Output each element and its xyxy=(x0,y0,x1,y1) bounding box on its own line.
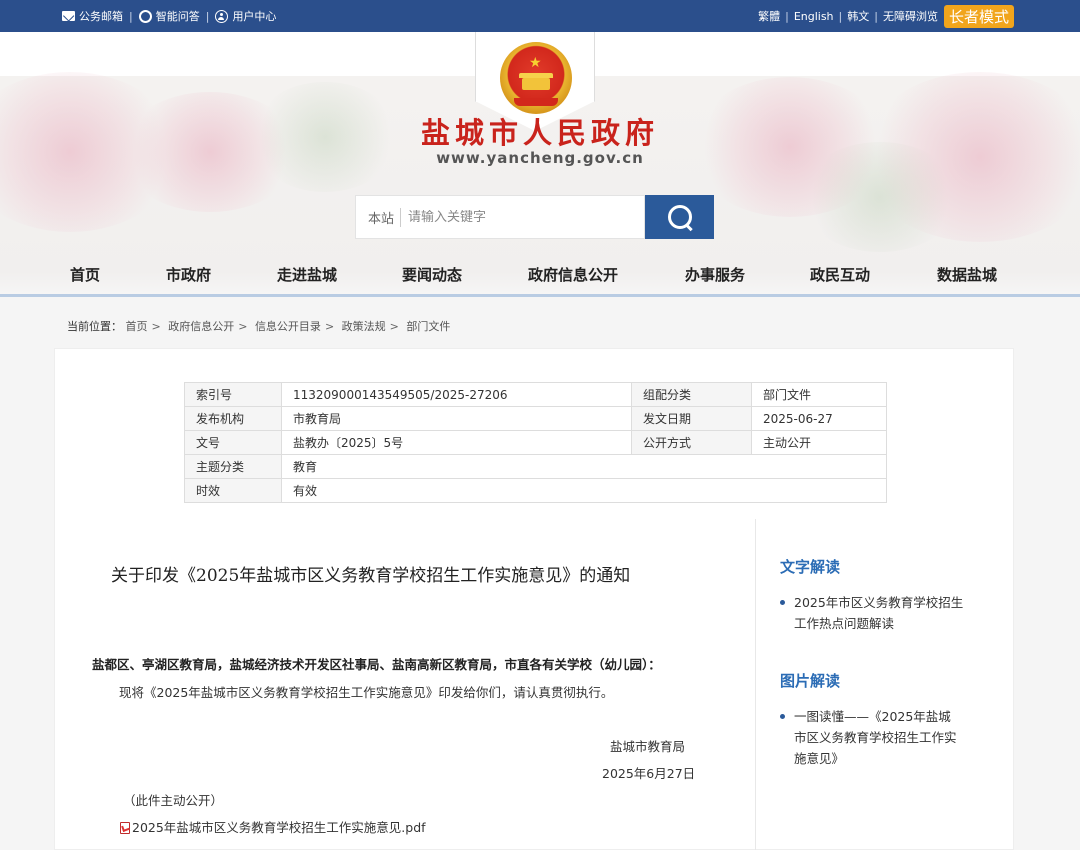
table-row: 文号 盐教办〔2025〕5号 公开方式 主动公开 xyxy=(184,430,887,455)
breadcrumb-separator: > xyxy=(238,320,248,333)
korean-link[interactable]: 韩文 xyxy=(847,8,869,24)
topic-value: 教育 xyxy=(281,454,887,479)
search-field: 本站 xyxy=(355,195,645,239)
top-left-links: 公务邮箱 | 智能问答 | 用户中心 xyxy=(62,0,276,32)
star-icon: ★ xyxy=(529,55,542,71)
breadcrumb-gov-info[interactable]: 政府信息公开 xyxy=(168,320,234,333)
nav-home[interactable]: 首页 xyxy=(70,264,100,285)
validity-value: 有效 xyxy=(281,478,887,503)
site-url: www.yancheng.gov.cn xyxy=(436,149,644,167)
gate-icon xyxy=(519,73,553,90)
attachment-link[interactable]: 2025年盐城市区义务教育学校招生工作实施意见.pdf xyxy=(119,817,426,836)
separator: | xyxy=(874,9,878,23)
issuer-label: 发布机构 xyxy=(184,406,282,431)
pdf-icon xyxy=(119,821,130,834)
main-nav: 首页 市政府 走进盐城 要闻动态 政府信息公开 办事服务 政民互动 数据盐城 xyxy=(0,256,1080,294)
column-divider xyxy=(755,519,756,850)
text-reading-item-label: 2025年市区义务教育学校招生工作热点问题解读 xyxy=(794,595,964,631)
signature-organization: 盐城市教育局 xyxy=(610,739,686,754)
image-reading-item[interactable]: 一图读懂——《2025年盐城市区义务教育学校招生工作实施意见》 xyxy=(780,706,959,769)
search-scope[interactable]: 本站 xyxy=(368,207,402,227)
site-title[interactable]: 盐城市人民政府 xyxy=(0,110,1080,152)
breadcrumb-home[interactable]: 首页 xyxy=(126,320,148,333)
chat-icon xyxy=(138,9,152,23)
document-recipients: 盐都区、亭湖区教育局，盐城经济技术开发区社事局、盐南高新区教育局，市直各有关学校… xyxy=(92,657,661,672)
breadcrumb-policy[interactable]: 政策法规 xyxy=(342,320,386,333)
traditional-chinese-link[interactable]: 繁體 xyxy=(758,8,780,24)
date-value: 2025-06-27 xyxy=(751,406,887,431)
mail-link[interactable]: 公务邮箱 xyxy=(62,8,123,24)
search-button[interactable] xyxy=(645,195,714,239)
separator: | xyxy=(205,9,210,23)
nav-gov-info-disclosure[interactable]: 政府信息公开 xyxy=(528,264,618,285)
document-metadata-table: 索引号 113209000143549505/2025-27206 组配分类 部… xyxy=(184,382,887,503)
document-title: 关于印发《2025年盐城市区义务教育学校招生工作实施意见》的通知 xyxy=(111,566,631,586)
nav-about-yancheng[interactable]: 走进盐城 xyxy=(277,264,337,285)
breadcrumb-separator: > xyxy=(324,320,335,333)
docno-value: 盐教办〔2025〕5号 xyxy=(281,430,632,455)
search-icon xyxy=(666,203,694,231)
separator: | xyxy=(838,9,843,23)
qa-link[interactable]: 智能问答 xyxy=(138,8,200,24)
top-right-links: 繁體 | English | 韩文 | 无障碍浏览 长者模式 xyxy=(758,0,1014,32)
attachment-name: 2025年盐城市区义务教育学校招生工作实施意见.pdf xyxy=(132,820,426,835)
mail-link-label: 公务邮箱 xyxy=(79,10,123,23)
image-reading-heading: 图片解读 xyxy=(780,672,841,690)
nav-services[interactable]: 办事服务 xyxy=(685,264,745,285)
image-reading-item-label: 一图读懂——《2025年盐城市区义务教育学校招生工作实施意见》 xyxy=(794,709,957,766)
document-body: 现将《2025年盐城市区义务教育学校招生工作实施意见》印发给你们，请认真贯彻执行… xyxy=(119,685,614,700)
search-input[interactable] xyxy=(408,209,609,225)
nav-news[interactable]: 要闻动态 xyxy=(402,264,462,285)
qa-link-label: 智能问答 xyxy=(155,10,200,23)
breadcrumb: 当前位置： 首页 > 政府信息公开 > 信息公开目录 > 政策法规 > 部门文件 xyxy=(67,318,450,334)
public-note: （此件主动公开） xyxy=(123,793,224,808)
table-row: 索引号 113209000143549505/2025-27206 组配分类 部… xyxy=(184,382,887,407)
breadcrumb-dept-docs[interactable]: 部门文件 xyxy=(406,320,450,333)
user-center-link[interactable]: 用户中心 xyxy=(215,8,276,24)
accessibility-link[interactable]: 无障碍浏览 xyxy=(883,8,938,24)
national-emblem-icon: ★ xyxy=(500,42,572,114)
english-link[interactable]: English xyxy=(794,10,834,23)
signature-date: 2025年6月27日 xyxy=(602,766,696,781)
nav-city-government[interactable]: 市政府 xyxy=(166,264,211,285)
search-bar: 本站 xyxy=(355,195,715,239)
index-label: 索引号 xyxy=(184,382,282,407)
breadcrumb-catalog[interactable]: 信息公开目录 xyxy=(255,320,321,333)
table-row: 主题分类 教育 xyxy=(184,454,887,479)
open-value: 主动公开 xyxy=(751,430,887,455)
validity-label: 时效 xyxy=(184,478,282,503)
breadcrumb-label: 当前位置： xyxy=(67,320,122,333)
separator: | xyxy=(785,9,789,23)
user-icon xyxy=(215,9,229,23)
nav-data-yancheng[interactable]: 数据盐城 xyxy=(937,264,997,285)
header-banner: ★ 盐城市人民政府 www.yancheng.gov.cn 本站 首页 市政府 … xyxy=(0,32,1080,296)
text-reading-item[interactable]: 2025年市区义务教育学校招生工作热点问题解读 xyxy=(780,592,974,634)
docno-label: 文号 xyxy=(184,430,282,455)
bullet-icon xyxy=(780,600,785,605)
date-label: 发文日期 xyxy=(631,406,752,431)
separator: | xyxy=(129,9,133,23)
index-value: 113209000143549505/2025-27206 xyxy=(281,382,632,407)
group-label: 组配分类 xyxy=(631,382,752,407)
elder-mode-button[interactable]: 长者模式 xyxy=(943,4,1014,28)
bullet-icon xyxy=(780,714,785,719)
nav-interaction[interactable]: 政民互动 xyxy=(810,264,870,285)
mail-icon xyxy=(62,11,75,21)
table-row: 发布机构 市教育局 发文日期 2025-06-27 xyxy=(184,406,887,431)
breadcrumb-separator: > xyxy=(151,320,161,333)
topic-label: 主题分类 xyxy=(184,454,282,479)
nav-underline xyxy=(0,294,1080,297)
breadcrumb-separator: > xyxy=(389,320,399,333)
text-reading-heading: 文字解读 xyxy=(780,558,841,576)
user-center-label: 用户中心 xyxy=(232,10,277,23)
table-row: 时效 有效 xyxy=(184,478,887,503)
content-panel: 索引号 113209000143549505/2025-27206 组配分类 部… xyxy=(54,348,1014,850)
group-value: 部门文件 xyxy=(751,382,887,407)
ribbon-icon xyxy=(514,98,558,106)
open-label: 公开方式 xyxy=(631,430,752,455)
issuer-value: 市教育局 xyxy=(281,406,632,431)
top-utility-bar: 公务邮箱 | 智能问答 | 用户中心 繁體 | English | 韩文 | 无… xyxy=(0,0,1080,32)
